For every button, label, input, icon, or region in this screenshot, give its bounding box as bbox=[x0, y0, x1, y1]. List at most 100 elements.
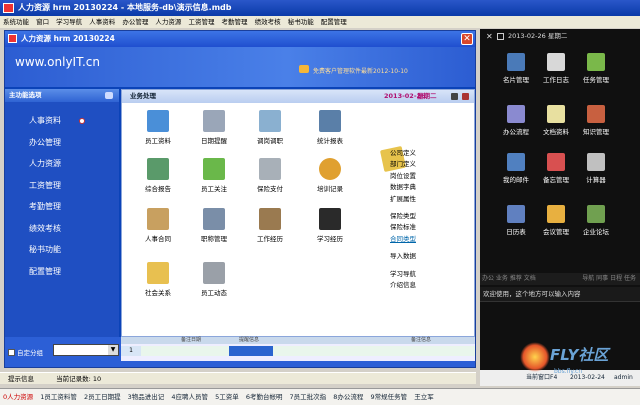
reminder-table: 备注日期 提醒信息 备注信息 1 bbox=[121, 337, 475, 361]
briefcase-icon bbox=[259, 208, 281, 230]
task-tab-applicant[interactable]: 4应聘人员管 bbox=[171, 393, 208, 401]
tile-label: 员工动态 bbox=[201, 289, 227, 297]
sidebar-item-performance[interactable]: 绩效考核 bbox=[5, 218, 119, 240]
menu-config[interactable]: 配置管理 bbox=[321, 18, 347, 26]
tile-employee-care[interactable]: 员工关注 bbox=[182, 158, 246, 193]
notice-link[interactable]: 免费客户管理软件最新2012-10-10 bbox=[313, 66, 408, 75]
table-row[interactable]: 1 bbox=[121, 346, 475, 356]
sidebar: 主功能选项 人事资料 办公管理 人力资源 工资管理 考勤管理 绩效考核 秘书功能… bbox=[5, 89, 119, 337]
tile-date-reminder[interactable]: 日期提醒 bbox=[182, 110, 246, 145]
task-tab-task[interactable]: 9常规任务管 bbox=[370, 393, 407, 401]
tile-transfer[interactable]: 调岗调职 bbox=[238, 110, 302, 145]
menu-office[interactable]: 办公管理 bbox=[122, 18, 148, 26]
link-department[interactable]: 部门定义 bbox=[390, 159, 470, 170]
message-input[interactable]: 欢迎使用，这个地方可以输入内容 bbox=[480, 287, 640, 302]
tile-training[interactable]: 培训记录 bbox=[298, 158, 362, 193]
desk-tile-docs[interactable]: 文档资料 bbox=[536, 105, 576, 136]
menu-salary[interactable]: 工资管理 bbox=[188, 18, 214, 26]
tile-employee-news[interactable]: 员工动态 bbox=[182, 262, 246, 297]
desktop-tabs-left[interactable]: 办公 业务 推荐 文档 bbox=[482, 275, 536, 282]
selected-cell[interactable] bbox=[229, 346, 273, 356]
desktop-tabs-right[interactable]: 导航 同事 日程 任务 bbox=[582, 273, 636, 285]
link-extended-attr[interactable]: 扩展属性 bbox=[390, 194, 470, 205]
link-learning-nav[interactable]: 学习导航 bbox=[390, 269, 470, 280]
menu-window[interactable]: 窗口 bbox=[36, 18, 49, 26]
desk-tile-workflow[interactable]: 办公流程 bbox=[496, 105, 536, 136]
link-contract-type[interactable]: 合同类型 bbox=[390, 234, 470, 245]
task-tab-salary[interactable]: 5工资单 bbox=[215, 393, 239, 401]
link-insurance-standard[interactable]: 保险标准 bbox=[390, 222, 470, 233]
task-tab-user[interactable]: 王立军 bbox=[414, 393, 434, 401]
link-import-data[interactable]: 导入数据 bbox=[390, 251, 470, 262]
menu-hr[interactable]: 人力资源 bbox=[155, 18, 181, 26]
menu-learning[interactable]: 学习导航 bbox=[56, 18, 82, 26]
sidebar-item-attendance[interactable]: 考勤管理 bbox=[5, 196, 119, 218]
plant-icon bbox=[203, 158, 225, 180]
sidebar-item-salary[interactable]: 工资管理 bbox=[5, 175, 119, 197]
desk-tile-meeting[interactable]: 会议管理 bbox=[536, 205, 576, 236]
desk-tile-forum[interactable]: 企业论坛 bbox=[576, 205, 616, 236]
pin-icon[interactable] bbox=[105, 92, 113, 99]
menu-performance[interactable]: 绩效考核 bbox=[255, 18, 281, 26]
col-header-date[interactable]: 备注日期 bbox=[181, 337, 201, 344]
settings-icon[interactable] bbox=[462, 93, 469, 100]
tile-social-relation[interactable]: 社会关系 bbox=[126, 262, 190, 297]
task-tab-attendance[interactable]: 6考勤台帐明 bbox=[246, 393, 283, 401]
tile-contract[interactable]: 人事合同 bbox=[126, 208, 190, 243]
tile-title-mgmt[interactable]: 职称管理 bbox=[182, 208, 246, 243]
desk-tile-card[interactable]: 名片管理 bbox=[496, 53, 536, 84]
custom-group-checkbox[interactable] bbox=[8, 349, 15, 356]
menu-personnel[interactable]: 人事资料 bbox=[89, 18, 115, 26]
link-insurance-type[interactable]: 保险类型 bbox=[390, 211, 470, 222]
document-edit-icon bbox=[147, 110, 169, 132]
status-hint: 提示信息 bbox=[8, 375, 34, 383]
sidebar-item-hr[interactable]: 人力资源 bbox=[5, 153, 119, 175]
desk-tile-task[interactable]: 任务管理 bbox=[576, 53, 616, 84]
sidebar-item-secretary[interactable]: 秘书功能 bbox=[5, 239, 119, 261]
link-position[interactable]: 岗位设置 bbox=[390, 171, 470, 182]
menu-system[interactable]: 系统功能 bbox=[3, 18, 29, 26]
desk-tile-worklog[interactable]: 工作日志 bbox=[536, 53, 576, 84]
sidebar-item-personnel[interactable]: 人事资料 bbox=[5, 110, 119, 132]
link-dictionary[interactable]: 数据字典 bbox=[390, 182, 470, 193]
tile-insurance[interactable]: 保险支付 bbox=[238, 158, 302, 193]
tile-summary-report[interactable]: 综合报告 bbox=[126, 158, 190, 193]
task-tab-goods[interactable]: 3物品进出记 bbox=[128, 393, 165, 401]
desk-tile-calculator[interactable]: 计算器 bbox=[576, 153, 616, 184]
custom-group-toggle[interactable]: 自定分组 bbox=[8, 347, 43, 357]
tile-statistics[interactable]: 统计报表 bbox=[298, 110, 362, 145]
link-company[interactable]: 公司定义 bbox=[390, 148, 470, 159]
sidebar-item-office[interactable]: 办公管理 bbox=[5, 132, 119, 154]
menu-attendance[interactable]: 考勤管理 bbox=[222, 18, 248, 26]
close-button[interactable]: ✕ bbox=[461, 33, 473, 45]
tools-icon[interactable] bbox=[451, 93, 458, 100]
tile-work-history[interactable]: 工作经历 bbox=[238, 208, 302, 243]
group-select[interactable]: ▼ bbox=[53, 344, 119, 356]
business-card-icon bbox=[507, 53, 525, 71]
tile-education[interactable]: 学习经历 bbox=[298, 208, 362, 243]
desk-tile-knowledge[interactable]: 知识管理 bbox=[576, 105, 616, 136]
desk-tile-memo[interactable]: 备忘管理 bbox=[536, 153, 576, 184]
link-intro-info[interactable]: 介绍信息 bbox=[390, 280, 470, 291]
task-tab-date[interactable]: 2员工日期提 bbox=[84, 393, 121, 401]
desk-tile-label: 任务管理 bbox=[583, 76, 609, 84]
sidebar-item-config[interactable]: 配置管理 bbox=[5, 261, 119, 283]
desk-tile-label: 会议管理 bbox=[543, 228, 569, 236]
tile-label: 员工关注 bbox=[201, 185, 227, 193]
chevron-down-icon[interactable]: ▼ bbox=[108, 345, 118, 355]
task-tab-employee[interactable]: 1员工资料管 bbox=[40, 393, 77, 401]
tile-employee-info[interactable]: 员工资料 bbox=[126, 110, 190, 145]
desk-tile-mail[interactable]: 我的邮件 bbox=[496, 153, 536, 184]
col-header-reminder[interactable]: 提醒信息 bbox=[239, 337, 259, 344]
task-tab-batch[interactable]: 7员工批次指 bbox=[290, 393, 327, 401]
desk-tile-calendar[interactable]: 日历表 bbox=[496, 205, 536, 236]
menu-secretary[interactable]: 秘书功能 bbox=[288, 18, 314, 26]
task-tab-office[interactable]: 8办公流程 bbox=[333, 393, 363, 401]
sidebar-item-label: 配置管理 bbox=[29, 266, 61, 276]
inner-title-bar: 人力资源 hrm 20130224 ✕ bbox=[5, 31, 475, 47]
col-header-note[interactable]: 备注信息 bbox=[411, 337, 431, 344]
sidebar-item-label: 人力资源 bbox=[29, 159, 61, 168]
task-tab-hr[interactable]: 0人力资源 bbox=[3, 393, 33, 401]
meeting-icon bbox=[547, 205, 565, 223]
close-icon[interactable]: ✕ bbox=[486, 29, 493, 44]
